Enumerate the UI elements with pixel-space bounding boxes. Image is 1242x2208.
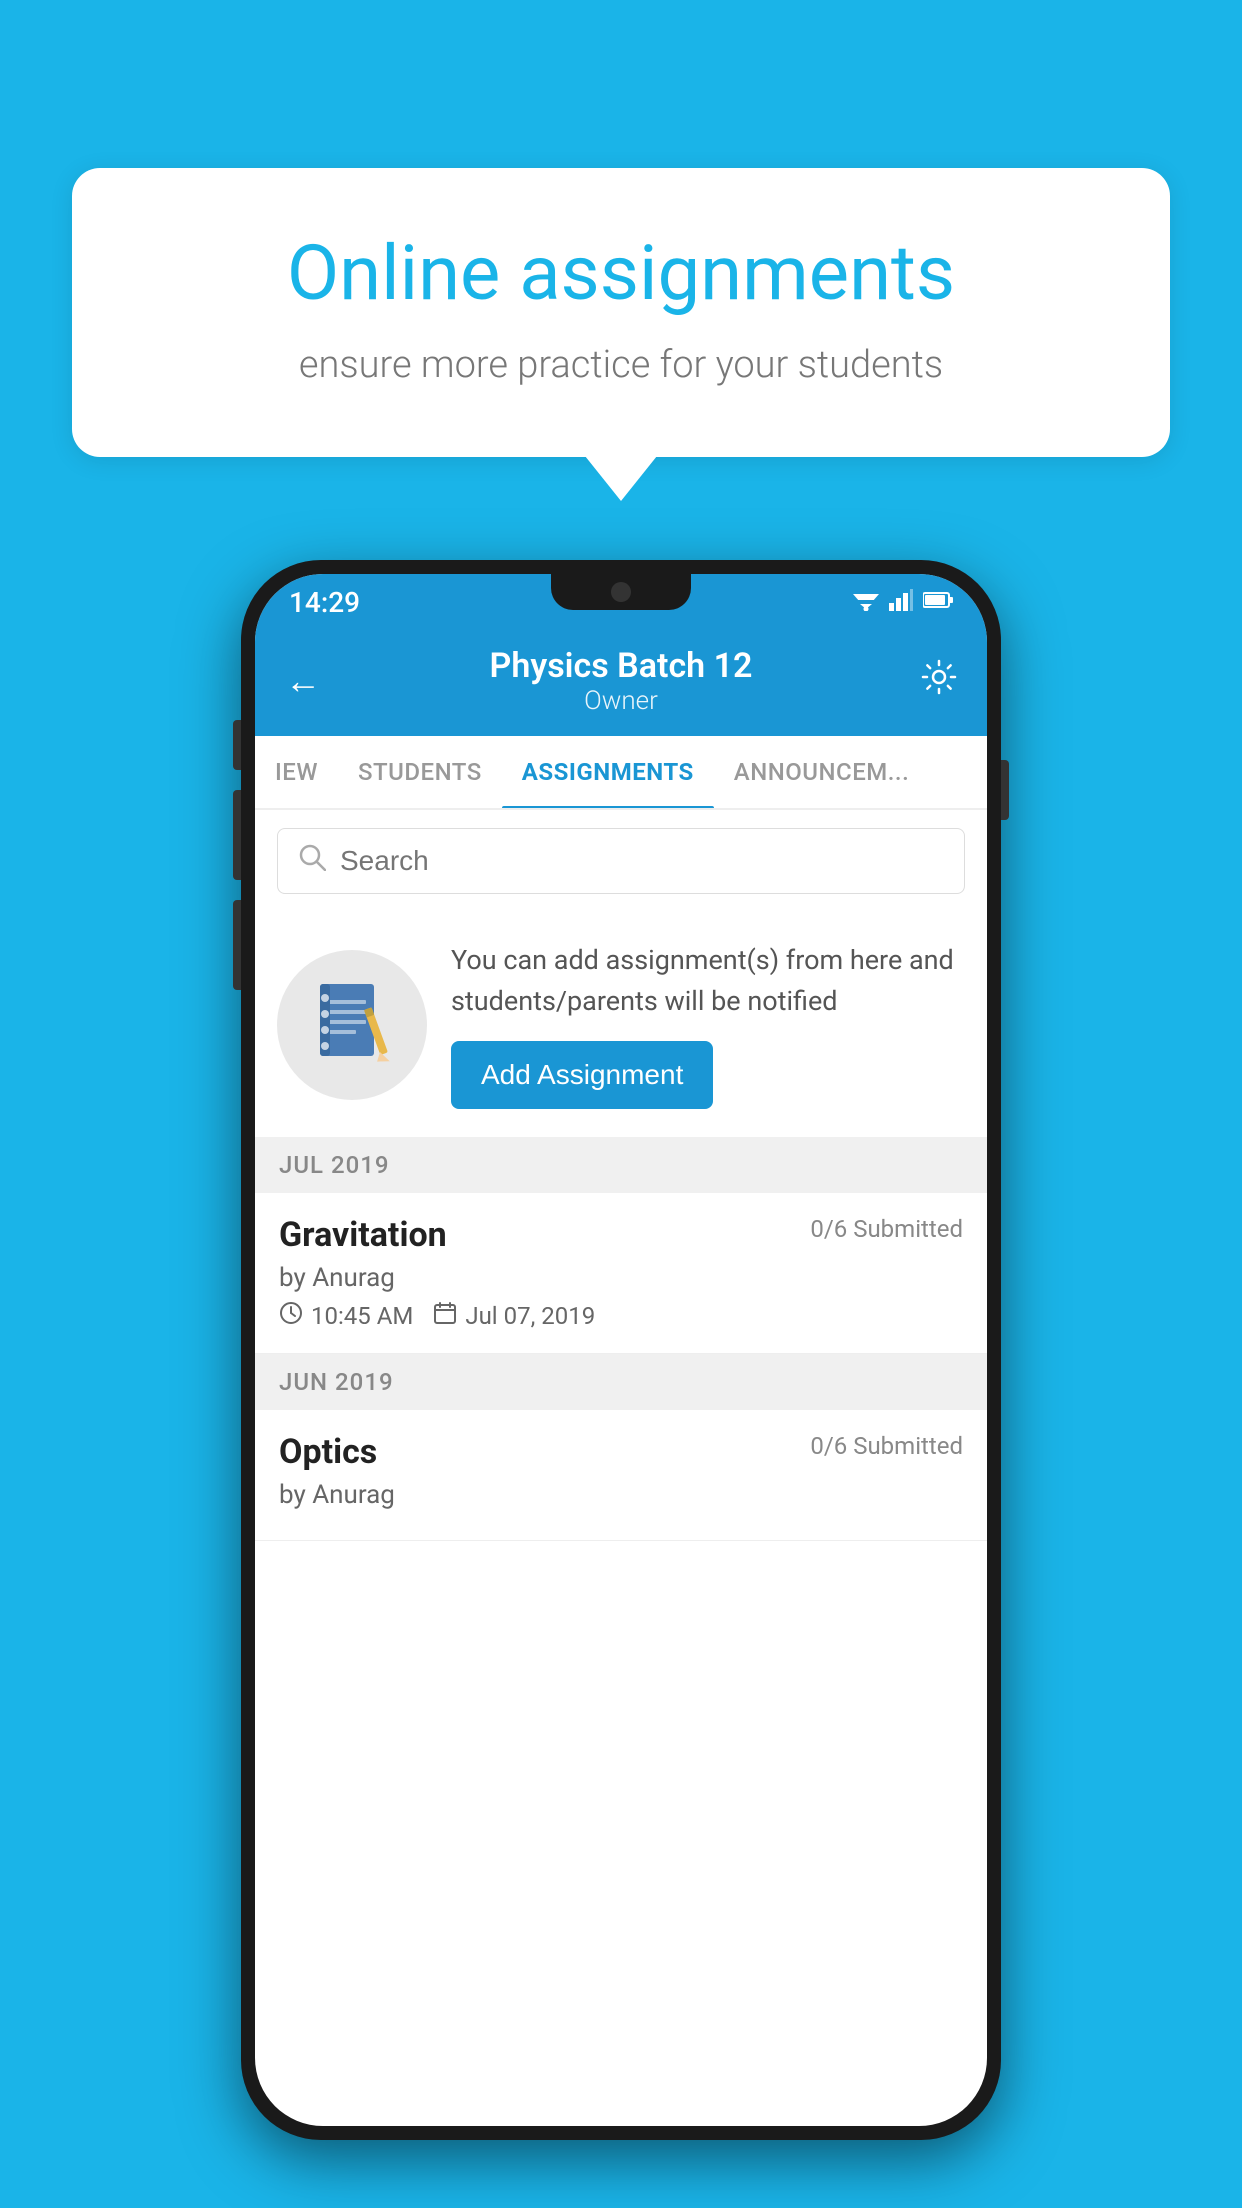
assignment-title: Gravitation: [279, 1215, 447, 1255]
assignment-submitted: 0/6 Submitted: [810, 1215, 963, 1243]
phone-mockup: 14:29: [241, 560, 1001, 2140]
back-button[interactable]: ←: [285, 660, 321, 702]
tab-assignments[interactable]: ASSIGNMENTS: [502, 736, 714, 808]
info-card: You can add assignment(s) from here and …: [255, 912, 987, 1137]
assignment-title-optics: Optics: [279, 1432, 377, 1472]
info-text-area: You can add assignment(s) from here and …: [451, 940, 965, 1109]
assignment-date: Jul 07, 2019: [465, 1302, 595, 1330]
phone-notch: [551, 574, 691, 610]
assignment-time: 10:45 AM: [311, 1302, 413, 1330]
phone-voldown-button: [233, 900, 241, 990]
app-header: ← Physics Batch 12 Owner: [255, 630, 987, 736]
wifi-icon: [853, 589, 879, 615]
month-separator-jun: JUN 2019: [255, 1354, 987, 1410]
assignment-author: by Anurag: [279, 1263, 963, 1293]
add-assignment-button[interactable]: Add Assignment: [451, 1041, 713, 1109]
assignment-submitted-optics: 0/6 Submitted: [810, 1432, 963, 1460]
assignment-author-optics: by Anurag: [279, 1480, 963, 1510]
speech-bubble-card: Online assignments ensure more practice …: [72, 168, 1170, 457]
tab-students[interactable]: STUDENTS: [338, 736, 502, 808]
assignment-header: Gravitation 0/6 Submitted: [279, 1215, 963, 1255]
phone-camera: [611, 582, 631, 602]
notebook-icon-circle: [277, 950, 427, 1100]
phone-volup-button: [233, 790, 241, 880]
calendar-icon: [433, 1301, 457, 1331]
phone-power-button: [1001, 760, 1009, 820]
search-input-wrapper: [277, 828, 965, 894]
phone-screen: 14:29: [255, 574, 987, 2126]
search-input[interactable]: [340, 845, 944, 877]
tabs-bar: IEW STUDENTS ASSIGNMENTS ANNOUNCEM...: [255, 736, 987, 810]
tab-announcements[interactable]: ANNOUNCEM...: [714, 736, 929, 808]
status-time: 14:29: [289, 586, 360, 619]
search-icon: [298, 843, 326, 879]
bubble-subtitle: ensure more practice for your students: [142, 343, 1100, 387]
status-icons: [853, 589, 953, 615]
header-title: Physics Batch 12: [490, 646, 753, 686]
search-container: [255, 810, 987, 912]
month-separator-jul: JUL 2019: [255, 1137, 987, 1193]
meta-date: Jul 07, 2019: [433, 1301, 595, 1331]
phone-vol-button: [233, 720, 241, 770]
meta-time: 10:45 AM: [279, 1301, 413, 1331]
header-title-group: Physics Batch 12 Owner: [490, 646, 753, 716]
clock-icon: [279, 1301, 303, 1331]
tab-iew[interactable]: IEW: [255, 736, 338, 808]
settings-button[interactable]: [921, 659, 957, 704]
info-description: You can add assignment(s) from here and …: [451, 940, 965, 1021]
battery-icon: [923, 591, 953, 613]
bubble-title: Online assignments: [142, 228, 1100, 319]
assignment-header-optics: Optics 0/6 Submitted: [279, 1432, 963, 1472]
assignment-meta: 10:45 AM Jul 07, 2019: [279, 1301, 963, 1331]
assignment-item-gravitation[interactable]: Gravitation 0/6 Submitted by Anurag: [255, 1193, 987, 1354]
phone-outer: 14:29: [241, 560, 1001, 2140]
assignment-item-optics[interactable]: Optics 0/6 Submitted by Anurag: [255, 1410, 987, 1541]
signal-icon: [889, 589, 913, 615]
header-subtitle: Owner: [490, 686, 753, 716]
